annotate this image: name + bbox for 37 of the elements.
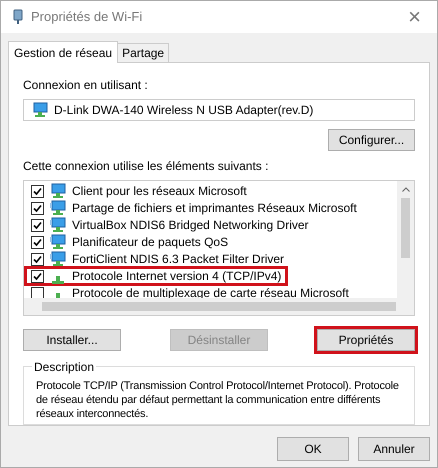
close-button[interactable]: × bbox=[404, 6, 425, 28]
dialog-button[interactable]: OK bbox=[277, 437, 349, 461]
components-label: Cette connexion utilise les éléments suivants : bbox=[23, 158, 270, 175]
network-computer-icon bbox=[50, 217, 66, 234]
checkbox[interactable] bbox=[31, 218, 44, 232]
action-button[interactable]: Propriétés bbox=[317, 328, 415, 351]
checkbox[interactable] bbox=[31, 202, 44, 215]
vertical-scrollbar[interactable] bbox=[397, 180, 414, 298]
tab[interactable]: Gestion de réseau bbox=[8, 41, 118, 63]
network-computer-icon bbox=[50, 200, 66, 216]
network-protocol-icon bbox=[52, 276, 64, 284]
checkbox[interactable] bbox=[31, 286, 44, 300]
checkbox[interactable] bbox=[31, 252, 44, 266]
component-row[interactable]: VirtualBox NDIS6 Bridged Networking Driver bbox=[31, 216, 313, 234]
component-row[interactable]: Planificateur de paquets QoS bbox=[31, 234, 232, 251]
description-text: Protocole TCP/IP (Transmission Control Protocol/Internet Protocol). Protocole de réseau étendu par défaut permettant la communication entre différents réseaux interconnectés. bbox=[36, 378, 400, 421]
wifi-adapter-icon bbox=[13, 9, 23, 25]
network-computer-icon bbox=[50, 234, 66, 250]
dialog-button[interactable]: Annuler bbox=[358, 437, 430, 461]
scroll-up-icon[interactable] bbox=[402, 186, 410, 192]
network-computer-icon bbox=[50, 183, 66, 200]
horizontal-scrollbar[interactable] bbox=[24, 298, 414, 315]
adapter-field: D-Link DWA-140 Wireless N USB Adapter(rev.D) bbox=[23, 99, 415, 121]
tab[interactable]: Partage bbox=[118, 43, 170, 62]
component-row[interactable]: Protocole Internet version 4 (TCP/IPv4) bbox=[24, 266, 288, 286]
component-row[interactable]: Client pour les réseaux Microsoft bbox=[31, 182, 251, 200]
network-computer-icon bbox=[32, 102, 48, 118]
checkbox[interactable] bbox=[31, 184, 44, 198]
configure-button[interactable]: Configurer... bbox=[328, 128, 415, 151]
component-row[interactable]: FortiClient NDIS 6.3 Packet Filter Driver bbox=[31, 250, 288, 268]
network-computer-icon bbox=[50, 251, 66, 268]
checkbox[interactable] bbox=[31, 236, 44, 249]
action-button[interactable]: Installer... bbox=[23, 328, 121, 351]
checkbox[interactable] bbox=[31, 270, 44, 283]
connection-label: Connexion en utilisant : bbox=[23, 77, 149, 94]
component-row[interactable]: Partage de fichiers et imprimantes Réseaux Microsoft bbox=[31, 200, 361, 217]
window-title: Propriétés de Wi-Fi bbox=[31, 8, 144, 26]
